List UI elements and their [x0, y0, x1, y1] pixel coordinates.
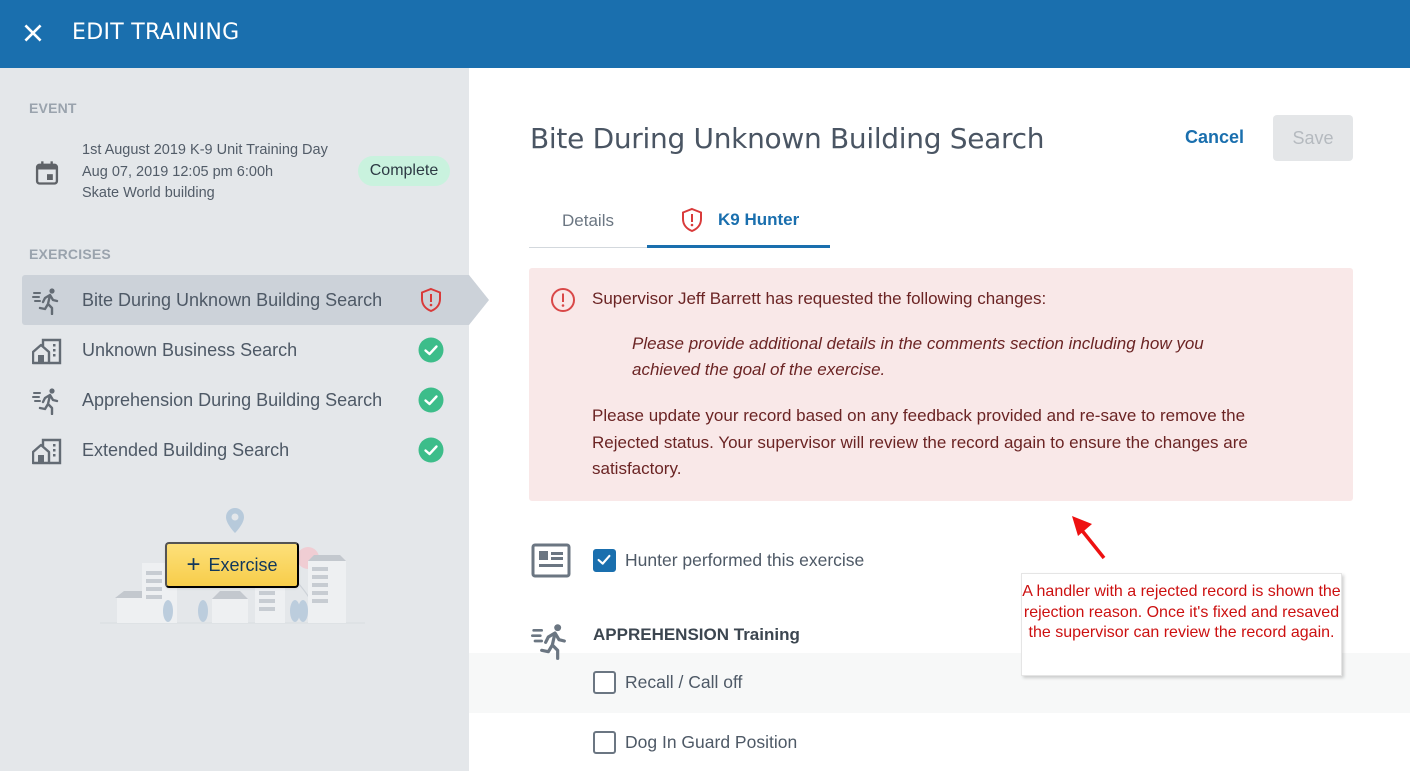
guard-position-checkbox[interactable] — [593, 731, 616, 754]
supervisor-comment: Please provide additional details in the… — [632, 334, 1204, 379]
guard-position-label: Dog In Guard Position — [625, 732, 798, 752]
exercise-item-bite-during-unknown-building-search[interactable]: Bite During Unknown Building Search — [22, 275, 489, 325]
close-icon[interactable] — [20, 20, 46, 46]
shield-alert-icon — [682, 207, 702, 232]
event-name: 1st August 2019 K-9 Unit Training Day — [82, 142, 328, 158]
check-circle-icon — [418, 437, 444, 463]
check-circle-icon — [418, 387, 444, 413]
article-icon — [531, 543, 571, 578]
rejection-alert: Supervisor Jeff Barrett has requested th… — [529, 268, 1353, 501]
event-location: Skate World building — [82, 185, 215, 201]
building-icon — [32, 338, 62, 365]
event-section-label: EVENT — [29, 100, 77, 116]
cancel-button[interactable]: Cancel — [1185, 127, 1244, 148]
event-datetime: Aug 07, 2019 12:05 pm 6:00h — [82, 163, 274, 180]
plus-icon: + — [186, 551, 201, 578]
recall-checkbox[interactable] — [593, 671, 616, 694]
tab-bar: Details K9 Hunter — [529, 194, 830, 248]
event-info: 1st August 2019 K-9 Unit Training Day Au… — [82, 140, 328, 205]
recall-label: Recall / Call off — [625, 672, 743, 692]
annotation-arrow-icon — [1072, 516, 1106, 560]
exercise-item-extended-building-search[interactable]: Extended Building Search — [22, 425, 469, 475]
add-exercise-button[interactable]: + Exercise — [165, 542, 299, 588]
check-icon — [597, 554, 611, 565]
add-exercise-label: Exercise — [208, 554, 278, 575]
exercise-title: Bite During Unknown Building Search — [530, 122, 1045, 155]
building-icon — [32, 438, 62, 465]
shield-alert-icon — [421, 287, 441, 313]
status-badge: Complete — [358, 156, 450, 186]
section-title: APPREHENSION Training — [593, 625, 800, 644]
alert-circle-icon — [551, 288, 575, 312]
check-circle-icon — [418, 337, 444, 363]
calendar-icon — [35, 161, 59, 185]
annotation-callout: A handler with a rejected record is show… — [1021, 573, 1342, 676]
tab-details-label: Details — [562, 211, 614, 230]
exercise-label: Apprehension During Building Search — [82, 389, 383, 410]
app-header: EDIT TRAINING — [0, 0, 1410, 68]
page-header-title: EDIT TRAINING — [72, 20, 240, 45]
exercise-item-unknown-business-search[interactable]: Unknown Business Search — [22, 325, 469, 375]
exercise-label: Extended Building Search — [82, 439, 290, 460]
tab-k9-hunter-label: K9 Hunter — [718, 209, 800, 229]
tab-k9-hunter[interactable]: K9 Hunter — [647, 194, 830, 248]
save-button[interactable]: Save — [1273, 115, 1353, 161]
performed-label: Hunter performed this exercise — [625, 550, 865, 570]
running-person-icon — [531, 624, 566, 660]
exercise-item-apprehension-during-building-search[interactable]: Apprehension During Building Search — [22, 375, 469, 425]
tab-details[interactable]: Details — [529, 194, 647, 248]
exercises-section-label: EXERCISES — [29, 246, 111, 262]
alert-body: Please update your record based on any f… — [592, 406, 1248, 478]
alert-heading: Supervisor Jeff Barrett has requested th… — [592, 289, 1047, 308]
sidebar: EVENT 1st August 2019 K-9 Unit Training … — [0, 68, 489, 771]
running-person-icon — [32, 388, 59, 415]
running-person-icon — [32, 288, 59, 315]
performed-checkbox[interactable] — [593, 549, 616, 572]
exercise-label: Unknown Business Search — [82, 339, 298, 360]
exercise-label: Bite During Unknown Building Search — [82, 289, 383, 310]
